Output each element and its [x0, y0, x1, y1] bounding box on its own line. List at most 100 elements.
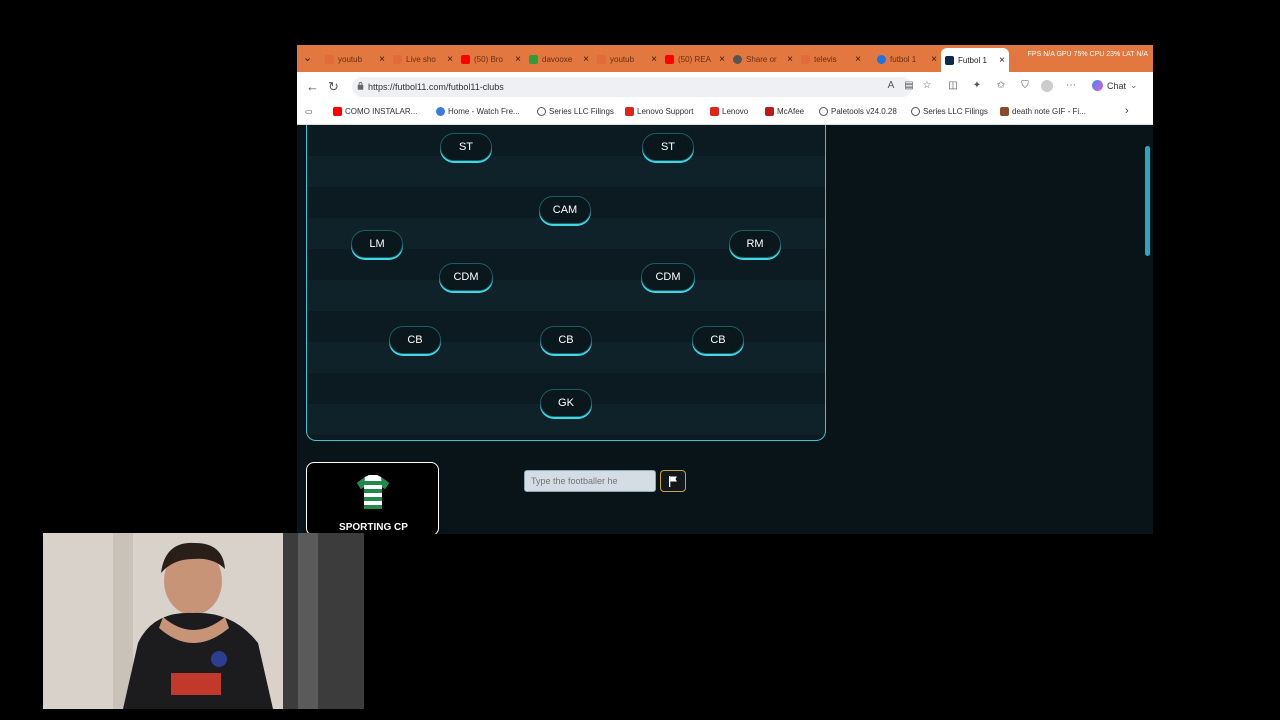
bookmark-item[interactable]: death note GIF - Fi... [1000, 107, 1086, 116]
browser-tab[interactable]: youtub × [593, 49, 661, 69]
tab-favicon-icon [393, 54, 402, 64]
address-bar[interactable]: https://futbol11.com/futbol11-clubs [352, 77, 912, 97]
tab-list-chevron-icon[interactable]: ⌄ [303, 51, 312, 64]
bookmark-item[interactable]: Series LLC Filings [537, 107, 614, 116]
bookmark-item[interactable]: Series LLC Filings [911, 107, 988, 116]
bookmark-label: Series LLC Filings [923, 107, 988, 116]
browser-tab[interactable]: futbol 1 × [873, 49, 941, 69]
youtube-icon [665, 54, 674, 64]
bookmarks-bar: ▭ COMO INSTALAR... Home - Watch Fre... S… [297, 102, 1153, 125]
translate-icon[interactable]: A [885, 80, 897, 92]
extensions-icon[interactable]: ✦ [971, 80, 983, 92]
favorite-star-icon[interactable]: ☆ [921, 80, 933, 92]
browser-tab[interactable]: Share or × [729, 49, 797, 69]
reader-view-icon[interactable]: ▤ [903, 80, 915, 92]
bookmark-label: COMO INSTALAR... [345, 107, 418, 116]
chevron-right-icon[interactable]: › [1125, 105, 1129, 117]
position-rm[interactable]: RM [729, 230, 781, 258]
browser-tab[interactable]: televis × [797, 49, 865, 69]
scrollbar-thumb[interactable] [1145, 146, 1150, 256]
position-cb-left[interactable]: CB [389, 326, 441, 354]
tab-label: Live sho [406, 54, 436, 64]
search-icon [877, 54, 886, 64]
tab-label: youtub [338, 54, 363, 64]
youtube-icon [333, 107, 342, 116]
bookmark-label: Paletools v24.0.28 [831, 107, 897, 116]
bookmark-label: Home - Watch Fre... [448, 107, 520, 116]
reload-icon[interactable]: ↻ [328, 79, 339, 95]
url-text: https://futbol11.com/futbol11-clubs [368, 82, 504, 92]
bookmark-item[interactable]: Lenovo Support [625, 107, 694, 116]
split-screen-icon[interactable]: ◫ [947, 80, 959, 92]
tab-favicon-icon [801, 54, 810, 64]
page-content: ST ST CAM LM RM CDM CDM CB CB CB GK SPOR… [297, 125, 1153, 534]
tab-favicon-icon [325, 54, 334, 64]
close-icon[interactable]: × [447, 54, 453, 65]
formation-pitch: ST ST CAM LM RM CDM CDM CB CB CB GK [306, 125, 826, 441]
close-icon[interactable]: × [719, 54, 725, 65]
youtube-icon [461, 54, 470, 64]
copilot-icon [1092, 80, 1103, 91]
club-jersey-icon [357, 475, 389, 509]
close-icon[interactable]: × [583, 54, 589, 65]
more-menu-icon[interactable]: ⋯ [1065, 80, 1077, 92]
tab-label: Futbol 1 [958, 55, 987, 65]
navigation-bar: ← ↻ https://futbol11.com/futbol11-clubs … [297, 72, 1153, 102]
club-card: SPORTING CP [306, 462, 439, 534]
position-st-left[interactable]: ST [440, 133, 492, 161]
tab-label: (50) REA [678, 54, 711, 64]
back-arrow-icon[interactable]: ← [306, 79, 319, 94]
globe-icon [911, 107, 920, 116]
webcam-overlay [43, 533, 364, 709]
globe-icon [819, 107, 828, 116]
bookmark-item[interactable]: Lenovo [710, 107, 748, 116]
globe-icon [537, 107, 546, 116]
position-cb-right[interactable]: CB [692, 326, 744, 354]
position-st-right[interactable]: ST [642, 133, 694, 161]
close-icon[interactable]: × [379, 54, 385, 65]
chevron-down-icon: ⌄ [1130, 80, 1138, 90]
tab-label: futbol 1 [890, 54, 917, 64]
tab-label: davooxe [542, 54, 573, 64]
bookmarks-folder-icon[interactable]: ▭ [305, 107, 313, 116]
favorites-icon[interactable]: ✩ [995, 80, 1007, 92]
close-icon[interactable]: × [855, 54, 861, 65]
chat-label: Chat [1107, 80, 1127, 91]
tab-label: youtub [610, 54, 635, 64]
close-icon[interactable]: × [515, 54, 521, 65]
position-cam[interactable]: CAM [539, 196, 591, 224]
position-cb-center[interactable]: CB [540, 326, 592, 354]
bookmark-item[interactable]: COMO INSTALAR... [333, 107, 417, 116]
tab-label: Share or [746, 54, 777, 64]
globe-icon [733, 54, 742, 64]
browser-window: ⌄ youtub × Live sho × (50) Bro × davooxe… [297, 45, 1153, 534]
browser-tab[interactable]: (50) Bro × [457, 49, 525, 69]
bookmark-item[interactable]: Paletools v24.0.28 [819, 107, 897, 116]
profile-avatar-icon[interactable] [1041, 80, 1053, 92]
position-cdm-right[interactable]: CDM [641, 263, 695, 291]
browser-tab[interactable]: Live sho × [389, 49, 457, 69]
flag-button[interactable] [660, 470, 686, 492]
browser-tab[interactable]: youtub × [321, 49, 389, 69]
bookmark-favicon-icon [1000, 107, 1009, 116]
system-stats-overlay: FPS N/A GPU 75% CPU 23% LAT N/A [1027, 51, 1148, 58]
bookmark-item[interactable]: Home - Watch Fre... [436, 107, 520, 116]
shield-icon[interactable]: ⛉ [1019, 80, 1031, 92]
tab-bar: ⌄ youtub × Live sho × (50) Bro × davooxe… [297, 45, 1153, 72]
bookmark-item[interactable]: McAfee [765, 107, 804, 116]
footballer-search-input[interactable] [524, 470, 656, 492]
browser-tab[interactable]: davooxe × [525, 49, 593, 69]
close-icon[interactable]: × [931, 54, 937, 65]
browser-tab[interactable]: (50) REA × [661, 49, 729, 69]
browser-tab-active[interactable]: Futbol 1 × [941, 48, 1009, 72]
close-icon[interactable]: × [787, 54, 793, 65]
lenovo-icon [625, 107, 634, 116]
tab-label: televis [814, 54, 837, 64]
close-icon[interactable]: × [999, 55, 1005, 66]
copilot-chat-button[interactable]: Chat ⌄ [1092, 80, 1138, 91]
bookmark-label: Lenovo [722, 107, 749, 116]
position-lm[interactable]: LM [351, 230, 403, 258]
position-cdm-left[interactable]: CDM [439, 263, 493, 291]
close-icon[interactable]: × [651, 54, 657, 65]
position-gk[interactable]: GK [540, 389, 592, 417]
